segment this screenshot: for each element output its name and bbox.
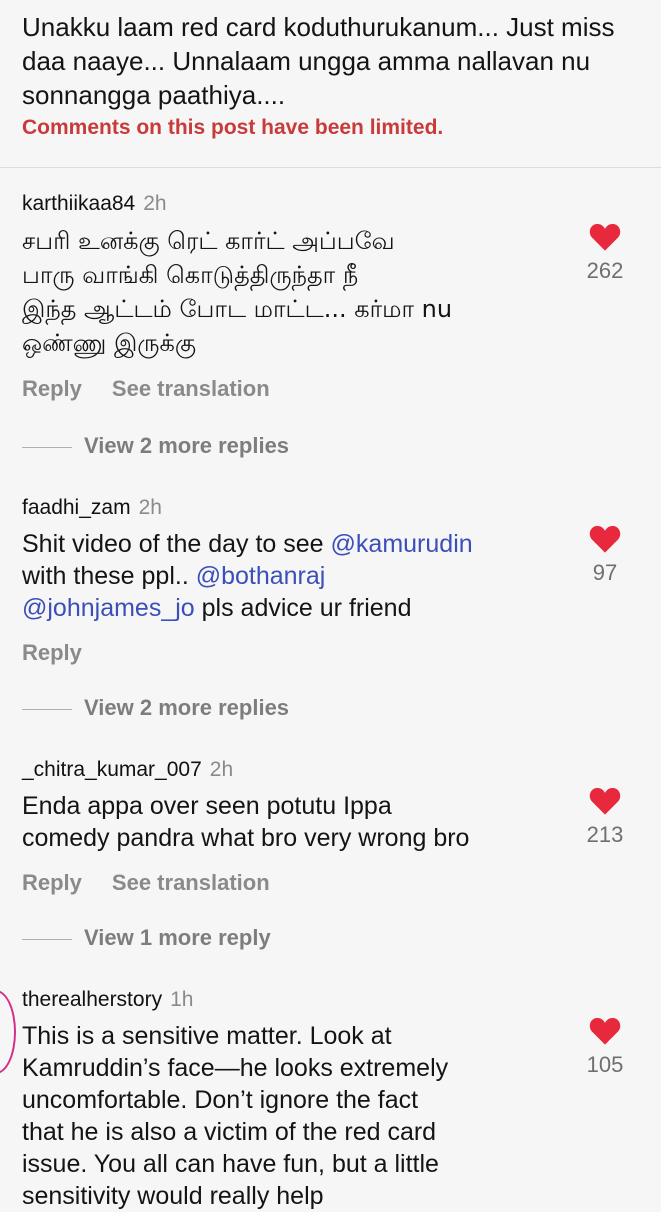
comment-line: @johnjames_jo pls advice ur friend (22, 592, 567, 624)
comment-actions: Reply (22, 640, 112, 666)
comment-username[interactable]: karthiikaa84 (22, 192, 135, 215)
comment-text: Shit video of the day to see @kamurudin … (22, 528, 567, 624)
comment-line: Shit video of the day to see @kamurudin (22, 528, 567, 560)
comment-text-part: with these ppl.. (22, 562, 196, 590)
comment-meta: _chitra_kumar_007 2h (22, 756, 233, 784)
heart-icon[interactable] (588, 786, 622, 816)
like-control[interactable]: 213 (583, 786, 627, 848)
comment-actions: Reply See translation (22, 870, 300, 896)
heart-icon[interactable] (588, 1016, 622, 1046)
comment-line: ஒண்ணு இருக்கு (22, 329, 197, 357)
comment-time: 1h (170, 988, 194, 1011)
heart-icon[interactable] (588, 222, 622, 252)
comments-limited-notice: Comments on this post have been limited. (22, 116, 444, 139)
comment-line: comedy pandra what bro very wrong bro (22, 824, 470, 852)
mention-link[interactable]: @kamurudin (331, 530, 473, 558)
heart-icon[interactable] (588, 524, 622, 554)
divider (0, 167, 661, 168)
view-more-replies[interactable]: View 2 more replies (0, 433, 289, 459)
mention-link[interactable]: @bothanraj (196, 562, 326, 590)
comment-time: 2h (209, 758, 234, 781)
comment-line: பாரு வாங்கி கொடுத்திருந்தா நீ (22, 261, 359, 289)
view-more-replies-label: View 2 more replies (84, 433, 290, 458)
comment-text: சபரி உனக்கு ரெட் கார்ட் அப்பவே பாரு வாங்… (22, 224, 567, 360)
see-translation-button[interactable]: See translation (112, 870, 270, 895)
like-count: 97 (592, 560, 618, 585)
comment-text-part: pls advice ur friend (194, 594, 412, 622)
like-control[interactable]: 97 (583, 524, 627, 586)
view-more-replies[interactable]: View 2 more replies (0, 695, 289, 721)
mention-link[interactable]: @johnjames_jo (22, 594, 195, 622)
comment-line: issue. You all can have fun, but a littl… (22, 1150, 439, 1178)
comment-line: uncomfortable. Don’t ignore the fact (22, 1086, 419, 1114)
comment-line: சபரி உனக்கு ரெட் கார்ட் அப்பவே (22, 227, 395, 255)
comment-line: Kamruddin’s face—he looks extremely (22, 1054, 449, 1082)
see-translation-button[interactable]: See translation (112, 376, 270, 401)
reply-button[interactable]: Reply (22, 640, 82, 665)
comment-line: இந்த ஆட்டம் போட மாட்ட... கர்மா nu (22, 295, 453, 323)
comment-username[interactable]: _chitra_kumar_007 (22, 758, 202, 781)
like-control[interactable]: 105 (583, 1016, 627, 1078)
comment-text-part: Shit video of the day to see (22, 530, 331, 558)
comment-line: with these ppl.. @bothanraj (22, 560, 567, 592)
reply-button[interactable]: Reply (22, 870, 82, 895)
comment-text: Enda appa over seen potutu Ippa comedy p… (22, 790, 567, 854)
comment-meta: faadhi_zam 2h (22, 494, 162, 522)
comment-line: Enda appa over seen potutu Ippa (22, 792, 392, 820)
thread-line (22, 938, 72, 940)
comment-meta: karthiikaa84 2h (22, 190, 167, 218)
like-count: 105 (586, 1052, 624, 1077)
thread-line (22, 446, 72, 448)
view-more-replies[interactable]: View 1 more reply (0, 925, 271, 951)
comment-text: This is a sensitive matter. Look at Kamr… (22, 1020, 567, 1212)
like-count: 262 (586, 258, 624, 283)
story-ring-avatar[interactable] (0, 990, 16, 1074)
comment-username[interactable]: therealherstory (22, 988, 162, 1011)
view-more-replies-label: View 2 more replies (84, 695, 290, 720)
comment-line: sensitivity would really help (22, 1182, 324, 1210)
comment-username[interactable]: faadhi_zam (22, 496, 131, 519)
like-control[interactable]: 262 (583, 222, 627, 284)
comment-line: that he is also a victim of the red card (22, 1118, 437, 1146)
thread-line (22, 708, 72, 710)
view-more-replies-label: View 1 more reply (84, 925, 271, 950)
reply-button[interactable]: Reply (22, 376, 82, 401)
comment-line: This is a sensitive matter. Look at (22, 1022, 392, 1050)
comment-actions: Reply See translation (22, 376, 300, 402)
previous-comment-text: Unakku laam red card koduthurukanum... J… (22, 12, 615, 110)
comment-time: 2h (143, 192, 167, 215)
comment-meta: therealherstory 1h (22, 986, 193, 1014)
comment-time: 2h (138, 496, 162, 519)
like-count: 213 (586, 822, 624, 847)
